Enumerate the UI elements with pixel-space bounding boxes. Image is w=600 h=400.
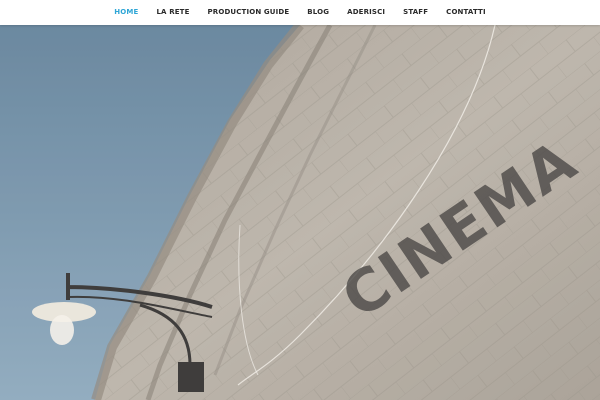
- main-menu: HOME LA RETE PRODUCTION GUIDE BLOG ADERI…: [0, 0, 600, 25]
- top-navigation-bar: HOME LA RETE PRODUCTION GUIDE BLOG ADERI…: [0, 0, 600, 25]
- nav-item-staff[interactable]: STAFF: [394, 0, 437, 25]
- nav-item-aderisci[interactable]: ADERISCI: [338, 0, 394, 25]
- lamp-bulb: [50, 315, 74, 345]
- nav-item-home[interactable]: HOME: [105, 0, 147, 25]
- nav-item-blog[interactable]: BLOG: [298, 0, 338, 25]
- nav-item-la-rete[interactable]: LA RETE: [147, 0, 198, 25]
- nav-item-contatti[interactable]: CONTATTI: [437, 0, 495, 25]
- lamp-box: [178, 362, 204, 392]
- nav-item-production-guide[interactable]: PRODUCTION GUIDE: [199, 0, 299, 25]
- hero-banner-image: CINEMA: [0, 25, 600, 400]
- hero-photo: CINEMA: [0, 25, 600, 400]
